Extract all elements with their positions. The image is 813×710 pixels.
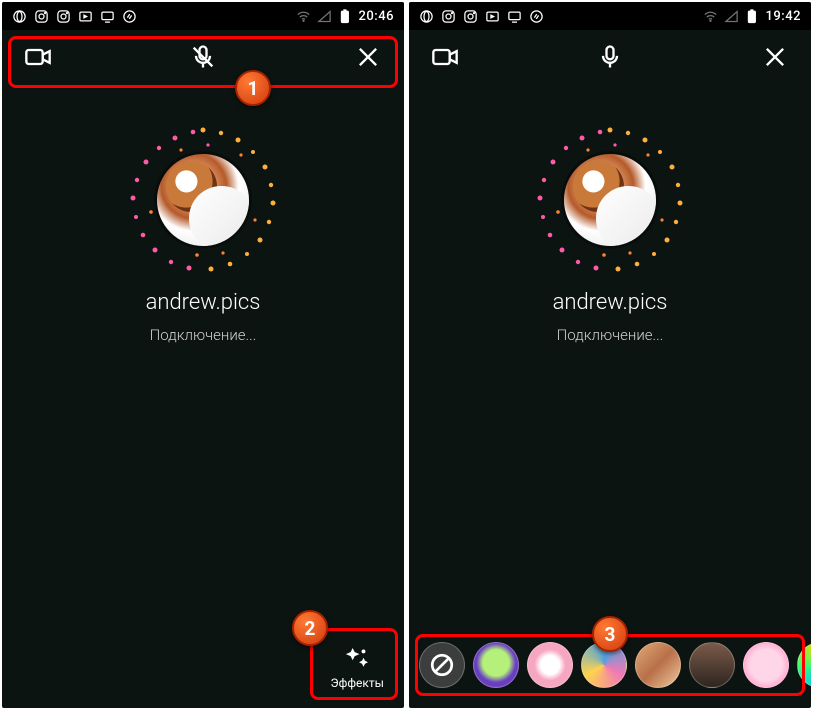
signal-icon bbox=[724, 9, 739, 24]
effects-button[interactable]: Эффекты bbox=[331, 646, 384, 690]
effect-none[interactable] bbox=[419, 642, 465, 688]
screen-icon bbox=[100, 9, 115, 24]
screen-icon bbox=[507, 9, 522, 24]
annotation-badge-2: 2 bbox=[292, 610, 328, 646]
clock: 20:46 bbox=[359, 9, 394, 24]
wifi-icon bbox=[296, 9, 311, 24]
battery-icon bbox=[338, 9, 353, 24]
mic-icon bbox=[596, 43, 624, 71]
sparkles-icon bbox=[344, 646, 370, 672]
close-icon bbox=[761, 43, 789, 71]
clock: 19:42 bbox=[766, 9, 801, 24]
avatar-image bbox=[157, 154, 249, 246]
battery-icon bbox=[745, 9, 760, 24]
camera-icon bbox=[431, 43, 459, 71]
close-call-button[interactable] bbox=[354, 43, 382, 75]
video-app-icon bbox=[78, 9, 93, 24]
status-left-icons bbox=[419, 9, 544, 24]
caller-username: andrew.pics bbox=[2, 290, 404, 315]
call-status: Подключение... bbox=[2, 326, 404, 344]
phone-left: 20:46 1 bbox=[2, 2, 404, 708]
phone-right: 19:42 bbox=[409, 2, 811, 708]
effect-share[interactable] bbox=[797, 642, 811, 688]
opera-icon bbox=[419, 9, 434, 24]
mic-muted-icon bbox=[189, 43, 217, 71]
camera-toggle-button[interactable] bbox=[431, 43, 459, 75]
status-bar: 20:46 bbox=[2, 2, 404, 30]
opera-icon bbox=[12, 9, 27, 24]
caller-avatar bbox=[530, 120, 690, 280]
mic-button[interactable] bbox=[596, 43, 624, 75]
call-top-controls bbox=[2, 30, 404, 88]
instagram-icon bbox=[463, 9, 478, 24]
status-left-icons bbox=[12, 9, 137, 24]
instagram-icon bbox=[56, 9, 71, 24]
video-app-icon bbox=[485, 9, 500, 24]
caller-avatar bbox=[123, 120, 283, 280]
close-icon bbox=[354, 43, 382, 71]
status-right: 19:42 bbox=[703, 9, 801, 24]
status-right: 20:46 bbox=[296, 9, 394, 24]
shazam-icon bbox=[529, 9, 544, 24]
mic-mute-button[interactable] bbox=[189, 43, 217, 75]
no-effect-icon bbox=[429, 652, 455, 678]
call-top-controls bbox=[409, 30, 811, 88]
call-status: Подключение... bbox=[409, 326, 811, 344]
status-bar: 19:42 bbox=[409, 2, 811, 30]
camera-icon bbox=[24, 43, 52, 71]
shazam-icon bbox=[122, 9, 137, 24]
avatar-image bbox=[564, 154, 656, 246]
effect-panda[interactable] bbox=[527, 642, 573, 688]
annotation-badge-1: 1 bbox=[235, 70, 271, 106]
effect-gray[interactable] bbox=[689, 642, 735, 688]
instagram-icon bbox=[34, 9, 49, 24]
effect-desert[interactable] bbox=[635, 642, 681, 688]
annotation-badge-3: 3 bbox=[592, 616, 628, 652]
instagram-icon bbox=[441, 9, 456, 24]
wifi-icon bbox=[703, 9, 718, 24]
effect-pink[interactable] bbox=[743, 642, 789, 688]
effect-alien[interactable] bbox=[473, 642, 519, 688]
effects-label: Эффекты bbox=[331, 676, 384, 690]
camera-toggle-button[interactable] bbox=[24, 43, 52, 75]
close-call-button[interactable] bbox=[761, 43, 789, 75]
caller-username: andrew.pics bbox=[409, 290, 811, 315]
signal-icon bbox=[317, 9, 332, 24]
